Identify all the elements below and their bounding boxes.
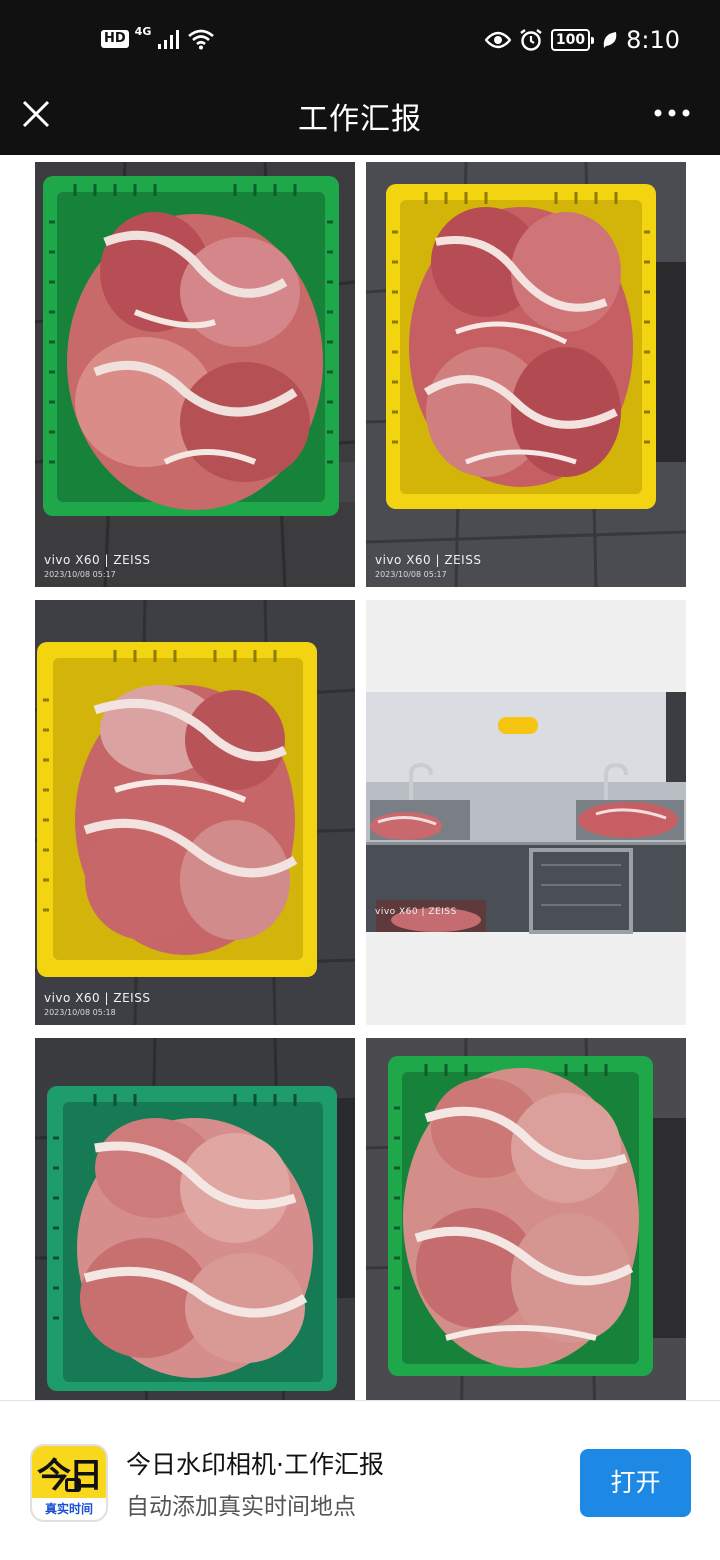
leaf-icon [603,32,617,48]
watermark-time: 2023/10/08 05:18 [44,1008,116,1017]
photo-image [35,1038,355,1400]
photo-kitchen-sink[interactable]: vivo X60 | ZEISS [366,600,686,1025]
watermark-model: vivo X60 | ZEISS [44,553,151,567]
photo-image [366,600,686,1025]
banner-subtitle: 自动添加真实时间地点 [126,1494,356,1520]
clock: 8:10 [626,26,680,54]
app-promo-banner: 今日 真实时间 今日水印相机·工作汇报 自动添加真实时间地点 打开 [0,1400,720,1560]
wifi-icon [188,29,215,50]
photo-image [366,1038,686,1400]
watermark: vivo X60 | ZEISS 2023/10/08 05:18 [44,991,150,1017]
eye-icon [484,31,511,49]
watermark: vivo X60 | ZEISS [375,907,457,917]
watermark: vivo X60 | ZEISS 2023/10/08 05:17 [44,553,150,579]
photo-green-crate-1[interactable]: vivo X60 | ZEISS 2023/10/08 05:17 [35,162,355,587]
alarm-icon [520,29,542,51]
photo-image [35,600,355,1025]
open-app-button[interactable]: 打开 [580,1449,691,1517]
watermark-model: vivo X60 | ZEISS [375,553,482,567]
photo-image [366,162,686,587]
page-title: 工作汇报 [298,102,422,137]
watermark-time: 2023/10/08 05:17 [375,570,447,579]
status-bar: HD 4G 100 8:10 [0,0,720,84]
app-icon[interactable]: 今日 真实时间 [30,1444,108,1522]
battery-icon: 100 [550,29,595,51]
status-right: 100 8:10 [484,26,680,54]
photo-teal-crate[interactable] [35,1038,355,1400]
photo-grid: vivo X60 | ZEISS 2023/10/08 05:17 vivo X… [0,155,720,1400]
photo-image [35,162,355,587]
photo-green-crate-2[interactable] [366,1038,686,1400]
status-left: HD 4G [101,24,215,50]
photo-yellow-crate-2[interactable]: vivo X60 | ZEISS 2023/10/08 05:18 [35,600,355,1025]
watermark-model: vivo X60 | ZEISS [44,991,151,1005]
photo-yellow-crate-1[interactable]: vivo X60 | ZEISS 2023/10/08 05:17 [366,162,686,587]
watermark-time: 2023/10/08 05:17 [44,570,116,579]
watermark-model: vivo X60 | ZEISS [375,907,457,917]
app-icon-caption: 真实时间 [32,1498,106,1520]
more-dots-icon[interactable] [652,98,692,128]
hd-badge: HD [101,30,129,48]
nav-bar: 工作汇报 [0,84,720,155]
watermark: vivo X60 | ZEISS 2023/10/08 05:17 [375,553,481,579]
camera-icon [65,1478,81,1492]
banner-title: 今日水印相机·工作汇报 [126,1450,384,1479]
network-type: 4G [134,24,152,38]
signal-icon [158,30,180,49]
